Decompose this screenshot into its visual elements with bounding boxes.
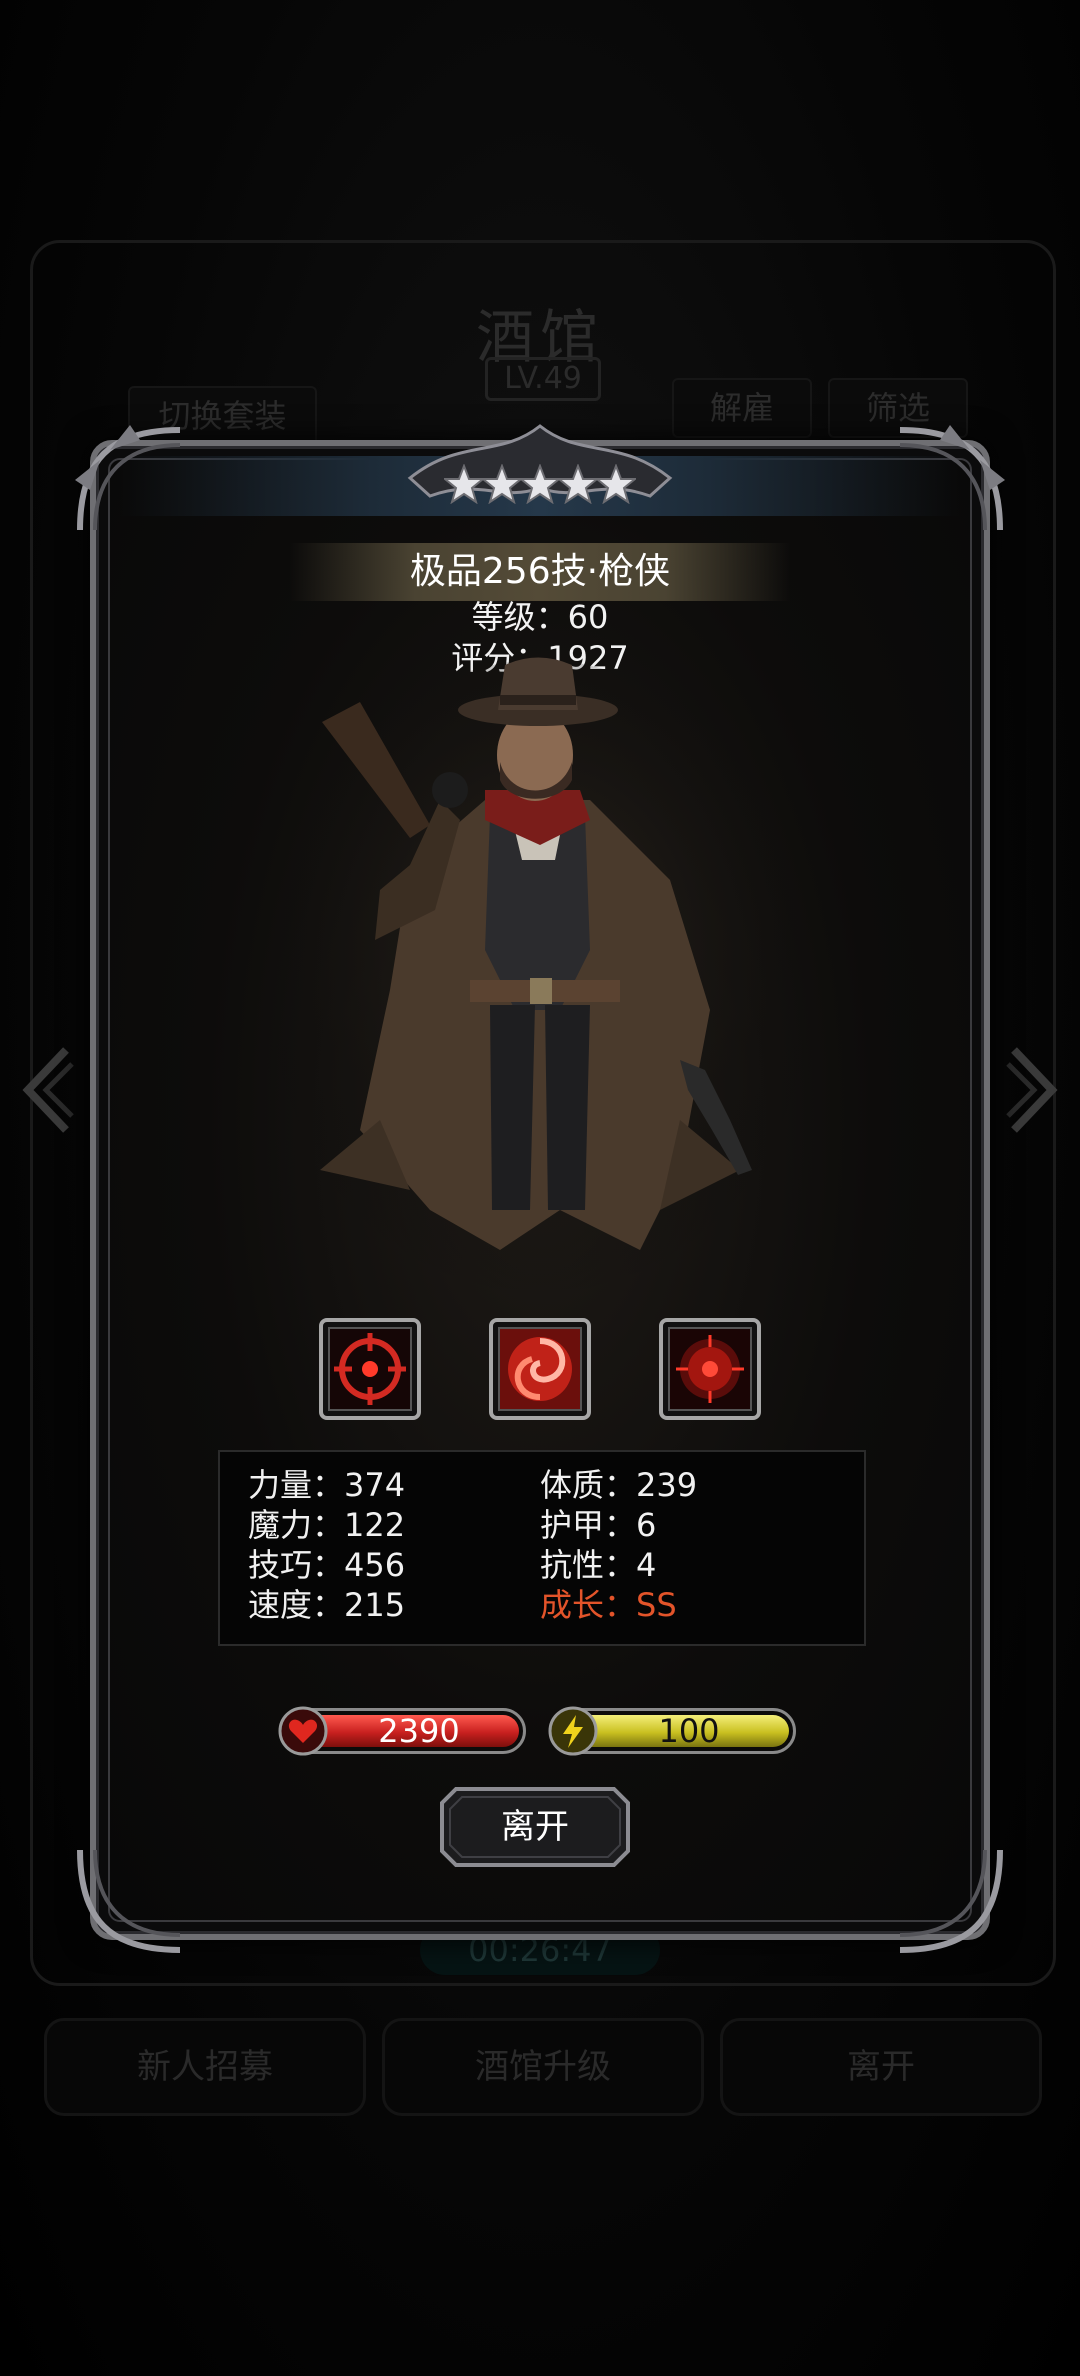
leave-button-label: 离开 xyxy=(501,1807,569,1847)
star-icon xyxy=(520,464,560,504)
attr-strength: 力量：374 xyxy=(248,1466,406,1504)
star-icon xyxy=(558,464,598,504)
tavern-upgrade-button[interactable]: 酒馆升级 xyxy=(382,2018,704,2116)
ornament-corner-icon xyxy=(77,1849,181,1953)
vortex-skill-icon[interactable] xyxy=(488,1317,592,1421)
attr-constitution: 体质：239 xyxy=(540,1466,698,1504)
crosshair-skill-icon[interactable] xyxy=(318,1317,422,1421)
energy-bar: 100 xyxy=(548,1706,796,1756)
leave-button[interactable]: 离开 xyxy=(436,1783,634,1871)
star-icon xyxy=(444,464,484,504)
hp-bar: 2390 xyxy=(278,1706,526,1756)
tavern-level: LV.49 xyxy=(485,357,601,401)
star-rating xyxy=(90,464,990,508)
target-skill-icon[interactable] xyxy=(658,1317,762,1421)
tavern-leave-button[interactable]: 离开 xyxy=(720,2018,1042,2116)
hp-value: 2390 xyxy=(378,1712,460,1750)
new-recruit-button[interactable]: 新人招募 xyxy=(44,2018,366,2116)
gunslinger-portrait xyxy=(270,657,810,1290)
ornament-corner-icon xyxy=(899,1849,1003,1953)
energy-value: 100 xyxy=(658,1712,720,1750)
attr-speed: 速度：215 xyxy=(248,1586,406,1624)
attr-resistance: 抗性：4 xyxy=(540,1546,657,1584)
next-hero-arrow-icon[interactable] xyxy=(1004,1040,1064,1140)
previous-hero-arrow-icon[interactable] xyxy=(16,1040,76,1140)
hero-detail-modal: 极品256技·枪侠 等级：60 评分：1927 xyxy=(75,424,1005,1953)
attr-armor: 护甲：6 xyxy=(540,1506,657,1544)
hero-level: 等级：60 xyxy=(471,598,609,636)
attr-growth: 成长：SS xyxy=(540,1586,677,1624)
star-icon xyxy=(596,464,636,504)
attr-skill: 技巧：456 xyxy=(248,1546,406,1584)
attr-magic: 魔力：122 xyxy=(248,1506,406,1544)
dismiss-button[interactable]: 解雇 xyxy=(672,378,812,438)
star-icon xyxy=(482,464,522,504)
